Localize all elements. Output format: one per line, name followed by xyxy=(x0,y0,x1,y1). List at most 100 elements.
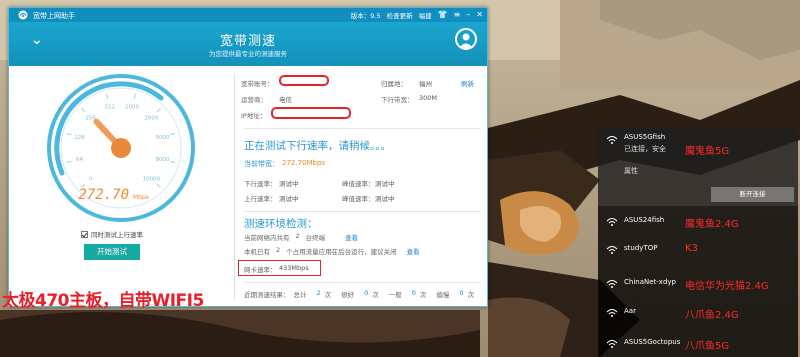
unit: 次 xyxy=(324,291,332,299)
gauge-tick-label: 1000 xyxy=(125,104,139,110)
gauge-tick xyxy=(81,108,86,113)
connected-network[interactable]: ASUS5Gfish 已连接，安全 魔鬼鱼5G 属性 断开连接 xyxy=(598,128,798,206)
network-name: Aar xyxy=(624,307,636,315)
speed-unit: Mbps xyxy=(133,194,149,201)
upload-checkbox-label: 同时测试上行速率 xyxy=(91,231,143,239)
network-name: ChinaNet-xdyp xyxy=(624,278,676,286)
network-name: studyTOP xyxy=(624,244,658,252)
region-label: 归属地： xyxy=(381,80,407,88)
view-terminals-link[interactable]: 查看 xyxy=(345,232,358,242)
good-value[interactable]: 0 xyxy=(364,289,368,299)
network-name: ASUS5Gfish xyxy=(624,133,666,141)
wifi-secure-icon xyxy=(606,340,618,348)
menu-icon[interactable]: ≡ xyxy=(454,11,461,19)
env-apps-count: 2 xyxy=(276,246,281,254)
annotation-text: 太极470主板，自带WIFI5 xyxy=(2,291,204,311)
env-apps-suffix: 个占用流量应用在后台运行，建议关闭 xyxy=(286,248,397,256)
view-apps-link[interactable]: 查看 xyxy=(407,246,420,256)
wifi-secure-icon xyxy=(606,136,618,144)
avatar-icon[interactable] xyxy=(455,28,477,50)
gauge-tick-label: 8000 xyxy=(156,157,170,163)
down-rate-value: 测试中 xyxy=(279,180,299,188)
gauge-tick xyxy=(106,93,109,99)
gauge-tick-label: 5000 xyxy=(156,135,170,141)
gauge-tick-label: 2000 xyxy=(144,116,158,122)
gauge-tick-label: 10000 xyxy=(143,176,161,182)
page-subtitle: 为您提供最专业的测速服务 xyxy=(209,50,287,58)
network-name: ASUS24fish xyxy=(624,216,665,224)
normal-value[interactable]: 0 xyxy=(412,289,416,299)
version-text: 版本：9.5 xyxy=(350,12,381,20)
refresh-link[interactable]: 刷新 xyxy=(461,78,474,88)
location-menu[interactable]: 福建 xyxy=(419,10,432,20)
down-peak-value: 测试中 xyxy=(375,180,395,188)
check-update-link[interactable]: 检查更新 xyxy=(387,10,413,20)
minimize-icon[interactable]: – xyxy=(466,11,470,19)
good-label: 很好 xyxy=(341,291,355,299)
total-value[interactable]: 2 xyxy=(317,289,321,299)
vertical-divider xyxy=(234,74,235,300)
gauge-tick-label: 0 xyxy=(89,176,93,182)
testing-status: 正在测试下行速率，请稍候。。。 xyxy=(244,140,391,152)
broadband-assistant-window: 宽带上网助手 版本：9.5 检查更新 福建 👕 ≡ – ✕ ⌄ 宽带测速 为您提… xyxy=(8,7,488,307)
divider xyxy=(244,128,481,129)
poor-value[interactable]: 0 xyxy=(459,289,463,299)
redacted-account xyxy=(279,75,329,86)
speed-value: 272.70 xyxy=(78,187,129,203)
total-label: 总计 xyxy=(293,291,307,299)
up-rate-value: 测试中 xyxy=(279,195,299,203)
gauge-tick xyxy=(156,183,161,188)
env-terminals-line: 当前网络内共有 2 台终端 查看 xyxy=(244,232,358,242)
shirt-icon[interactable]: 👕 xyxy=(438,11,448,19)
upload-checkbox[interactable]: 同时测试上行速率 xyxy=(81,229,143,239)
network-annotation: 魔鬼鱼5G xyxy=(685,146,730,157)
gauge-hub xyxy=(111,138,131,158)
gauge-tick xyxy=(170,133,176,136)
gauge-tick-label: 64 xyxy=(76,157,83,163)
gauge-tick xyxy=(170,160,176,163)
app-logo-icon xyxy=(18,10,28,20)
unit: 次 xyxy=(372,291,379,299)
wifi-network-list: ASUS5Gfish 已连接，安全 魔鬼鱼5G 属性 断开连接 ASUS24fi… xyxy=(598,128,798,357)
env-terminals-suffix: 台终端 xyxy=(305,234,326,242)
network-name: ASUS5Goctopus xyxy=(624,338,681,346)
app-title: 宽带上网助手 xyxy=(33,12,75,20)
wifi-secure-icon xyxy=(606,280,618,288)
redacted-ip xyxy=(271,107,351,119)
poor-label: 偏慢 xyxy=(436,291,450,299)
down-rate-label: 下行速率： xyxy=(244,180,277,188)
recent-results-line: 近期测速结果： 总计 2 次 很好 0 次 一般 0 次 偏慢 0 次 xyxy=(244,289,474,299)
divider xyxy=(244,282,481,283)
network-annotation: 八爪鱼5G xyxy=(685,341,730,352)
account-label: 宽带账号： xyxy=(241,80,274,88)
network-annotation: 八爪鱼2.4G xyxy=(685,310,739,321)
ip-label: IP地址： xyxy=(241,112,267,120)
downlink-label: 下行带宽： xyxy=(381,96,414,104)
close-icon[interactable]: ✕ xyxy=(476,11,483,19)
down-peak-label: 峰值速率： xyxy=(342,180,375,188)
up-peak-label: 峰值速率： xyxy=(342,195,375,203)
gauge-tick xyxy=(156,108,161,113)
disconnect-button[interactable]: 断开连接 xyxy=(711,187,794,202)
recent-label: 近期测速结果： xyxy=(244,291,290,299)
checkbox-box[interactable] xyxy=(81,230,88,238)
region-value: 福州 xyxy=(419,80,432,88)
wifi-secure-icon xyxy=(606,246,618,254)
downlink-value: 300M xyxy=(419,94,438,102)
operator-label: 运营商： xyxy=(241,96,267,104)
network-annotation: 电信华为光猫2.4G xyxy=(685,281,769,292)
start-test-button[interactable]: 开始测试 xyxy=(84,244,140,260)
network-annotation: 魔鬼鱼2.4G xyxy=(685,219,739,230)
unit: 次 xyxy=(419,291,427,299)
env-terminals-count: 2 xyxy=(295,232,300,240)
up-rate-label: 上行速率： xyxy=(244,195,277,203)
connection-status: 已连接，安全 xyxy=(624,145,666,153)
current-bandwidth-value: 272.70Mbps xyxy=(282,159,326,167)
gauge-tick xyxy=(66,160,72,163)
wifi-secure-icon xyxy=(606,218,618,226)
nic-value: 433Mbps xyxy=(279,264,309,272)
env-apps-prefix: 本机已有 xyxy=(244,248,270,256)
properties-link[interactable]: 属性 xyxy=(624,166,638,176)
gauge-tick xyxy=(66,133,72,136)
env-terminals-prefix: 当前网络内共有 xyxy=(244,234,290,242)
